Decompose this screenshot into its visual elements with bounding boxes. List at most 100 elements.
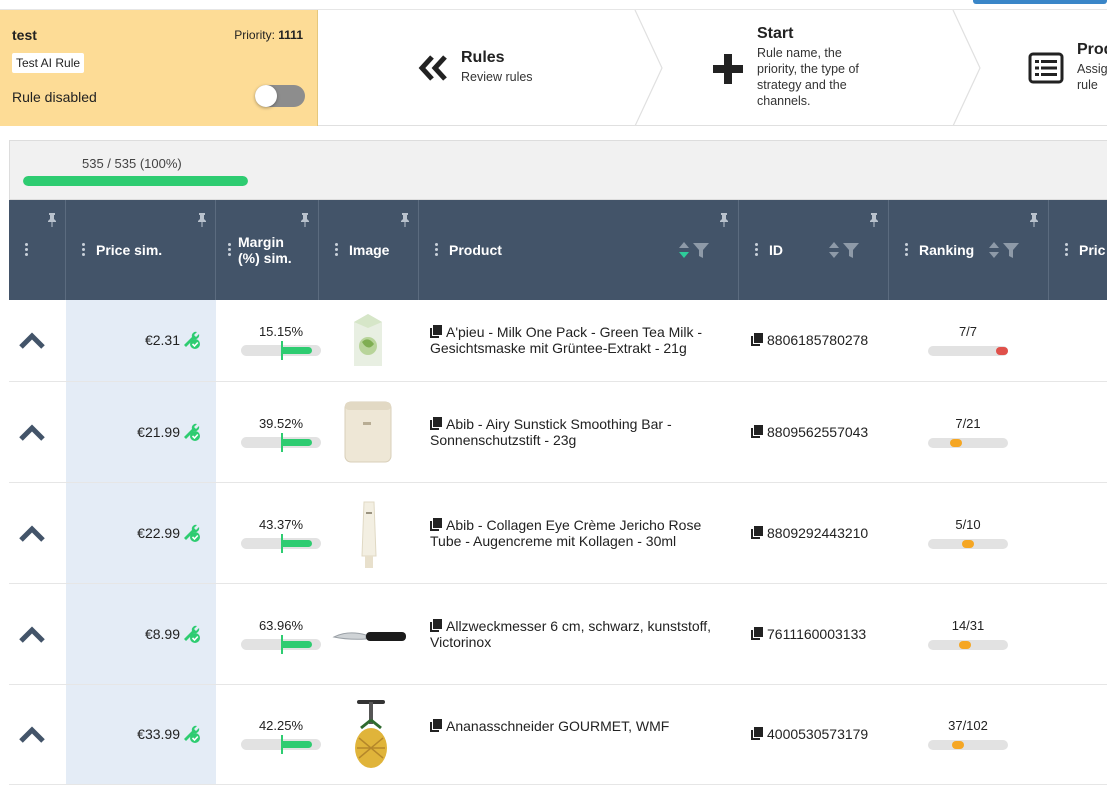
rule-enabled-toggle[interactable]: [255, 85, 305, 107]
column-label: Ranking: [919, 242, 975, 258]
copy-icon[interactable]: [430, 618, 442, 632]
expand-row-icon[interactable]: [19, 423, 45, 443]
column-menu-icon[interactable]: [228, 243, 232, 257]
table-row[interactable]: €2.31 15.15% A'pieu - Milk One Pack - Gree…: [9, 300, 1107, 382]
pin-icon[interactable]: [47, 213, 57, 227]
table-row[interactable]: €22.99 43.37% Abib - Collagen Eye Crème Je…: [9, 483, 1107, 584]
pin-icon[interactable]: [1029, 213, 1039, 227]
table-row[interactable]: €21.99 39.52% Abib - Airy Sunstick Smoothi…: [9, 382, 1107, 483]
product-image-cell: [346, 312, 390, 373]
column-menu-icon[interactable]: [82, 243, 86, 257]
filter-icon[interactable]: [1003, 243, 1019, 258]
expand-row-icon[interactable]: [19, 524, 45, 544]
rule-priority: Priority: 1111: [234, 28, 303, 42]
sort-icon[interactable]: [829, 242, 839, 258]
pin-icon[interactable]: [869, 213, 879, 227]
column-menu-icon[interactable]: [905, 243, 909, 257]
product-name-text: Ananasschneider GOURMET, WMF: [446, 718, 670, 734]
wrench-check-icon[interactable]: [181, 422, 201, 442]
ranking-bar: [928, 346, 1008, 356]
product-id-text: 8809562557043: [767, 423, 869, 440]
pin-icon[interactable]: [719, 213, 729, 227]
margin-bar-fill: [282, 438, 312, 446]
list-icon: [1028, 52, 1064, 84]
copy-icon[interactable]: [430, 719, 442, 732]
rule-status: Rule disabled: [12, 89, 97, 105]
margin-bar: [241, 735, 321, 754]
expand-row-icon[interactable]: [19, 331, 45, 351]
product-image: [344, 401, 392, 463]
column-label: ID: [769, 242, 783, 258]
product-id: 4000530573179: [751, 726, 868, 742]
column-header-price-sim[interactable]: Price sim.: [66, 200, 216, 300]
copy-icon[interactable]: [751, 525, 763, 539]
margin-sim-value: 15.15%: [258, 324, 304, 339]
copy-icon[interactable]: [751, 333, 763, 346]
copy-icon[interactable]: [751, 727, 763, 740]
column-header-product[interactable]: Product: [419, 200, 739, 300]
ranking-bar: [928, 538, 1008, 549]
wrench-check-icon[interactable]: [181, 724, 201, 744]
copy-icon[interactable]: [751, 626, 763, 640]
column-header-price[interactable]: Pric: [1049, 200, 1107, 300]
sort-filter-controls: [829, 242, 859, 258]
pin-icon[interactable]: [400, 213, 410, 227]
priority-value: 1111: [278, 28, 303, 42]
filter-icon[interactable]: [843, 243, 859, 258]
column-label: Margin (%) sim.: [238, 234, 292, 266]
margin-bar-fill: [282, 640, 312, 648]
progress-fill: [23, 176, 248, 186]
ranking-bar: [928, 437, 1008, 448]
column-menu-icon[interactable]: [435, 243, 439, 257]
table-header: Price sim. Margin (%) sim. Image Product…: [9, 200, 1107, 300]
column-header-id[interactable]: ID: [739, 200, 889, 300]
pin-icon[interactable]: [197, 213, 207, 227]
column-menu-icon[interactable]: [335, 243, 339, 257]
margin-sim-value: 63.96%: [258, 617, 304, 633]
ranking-bar: [928, 740, 1008, 750]
column-header-expand[interactable]: [9, 200, 66, 300]
ranking-bar-dot: [952, 741, 964, 749]
wrench-check-icon[interactable]: [181, 330, 201, 350]
copy-icon[interactable]: [430, 517, 442, 531]
table-row[interactable]: €8.99 63.96% Allzweckmesser 6 cm, schwarz,…: [9, 584, 1107, 685]
toggle-knob[interactable]: [255, 85, 277, 107]
copy-icon[interactable]: [430, 416, 442, 430]
sort-filter-controls: [989, 242, 1019, 258]
top-action-button-edge[interactable]: [973, 0, 1107, 4]
product-image: [355, 700, 387, 768]
expand-row-icon[interactable]: [19, 725, 45, 745]
column-menu-icon[interactable]: [25, 243, 29, 257]
step-separator-chevron: [952, 10, 981, 126]
ranking-value: 7/7: [958, 324, 978, 339]
table-row[interactable]: €33.99 42.25% Ananasschneider GOURMET, WMF…: [9, 685, 1107, 785]
wrench-check-icon[interactable]: [181, 523, 201, 543]
copy-icon[interactable]: [430, 325, 442, 338]
sort-icon[interactable]: [679, 242, 689, 258]
margin-bar: [241, 341, 321, 360]
product-id: 8809562557043: [751, 424, 868, 440]
column-menu-icon[interactable]: [755, 243, 759, 257]
product-image: [332, 632, 406, 641]
progress-text: 535 / 535 (100%): [82, 156, 182, 171]
ranking-bar-dot: [950, 438, 962, 447]
wrench-check-icon[interactable]: [181, 624, 201, 644]
filter-icon[interactable]: [693, 243, 709, 258]
step-start[interactable]: Start Rule name, the priority, the type …: [664, 10, 954, 125]
step-separator-chevron: [634, 10, 663, 126]
expand-row-icon[interactable]: [19, 625, 45, 645]
step-rules[interactable]: Rules Review rules: [318, 10, 636, 125]
product-image: [361, 501, 377, 568]
copy-icon[interactable]: [751, 424, 763, 438]
column-header-image[interactable]: Image: [319, 200, 419, 300]
column-menu-icon[interactable]: [1065, 243, 1069, 257]
double-chevron-left-icon: [418, 55, 447, 81]
progress-bar: [23, 176, 248, 186]
sort-icon[interactable]: [989, 242, 999, 258]
column-label: Price sim.: [96, 242, 163, 258]
step-products[interactable]: Prod Assig rule: [982, 10, 1107, 125]
column-header-margin-sim[interactable]: Margin (%) sim.: [216, 200, 319, 300]
margin-sim-value: 39.52%: [258, 415, 304, 431]
column-header-ranking[interactable]: Ranking: [889, 200, 1049, 300]
product-image-cell: [347, 698, 395, 775]
